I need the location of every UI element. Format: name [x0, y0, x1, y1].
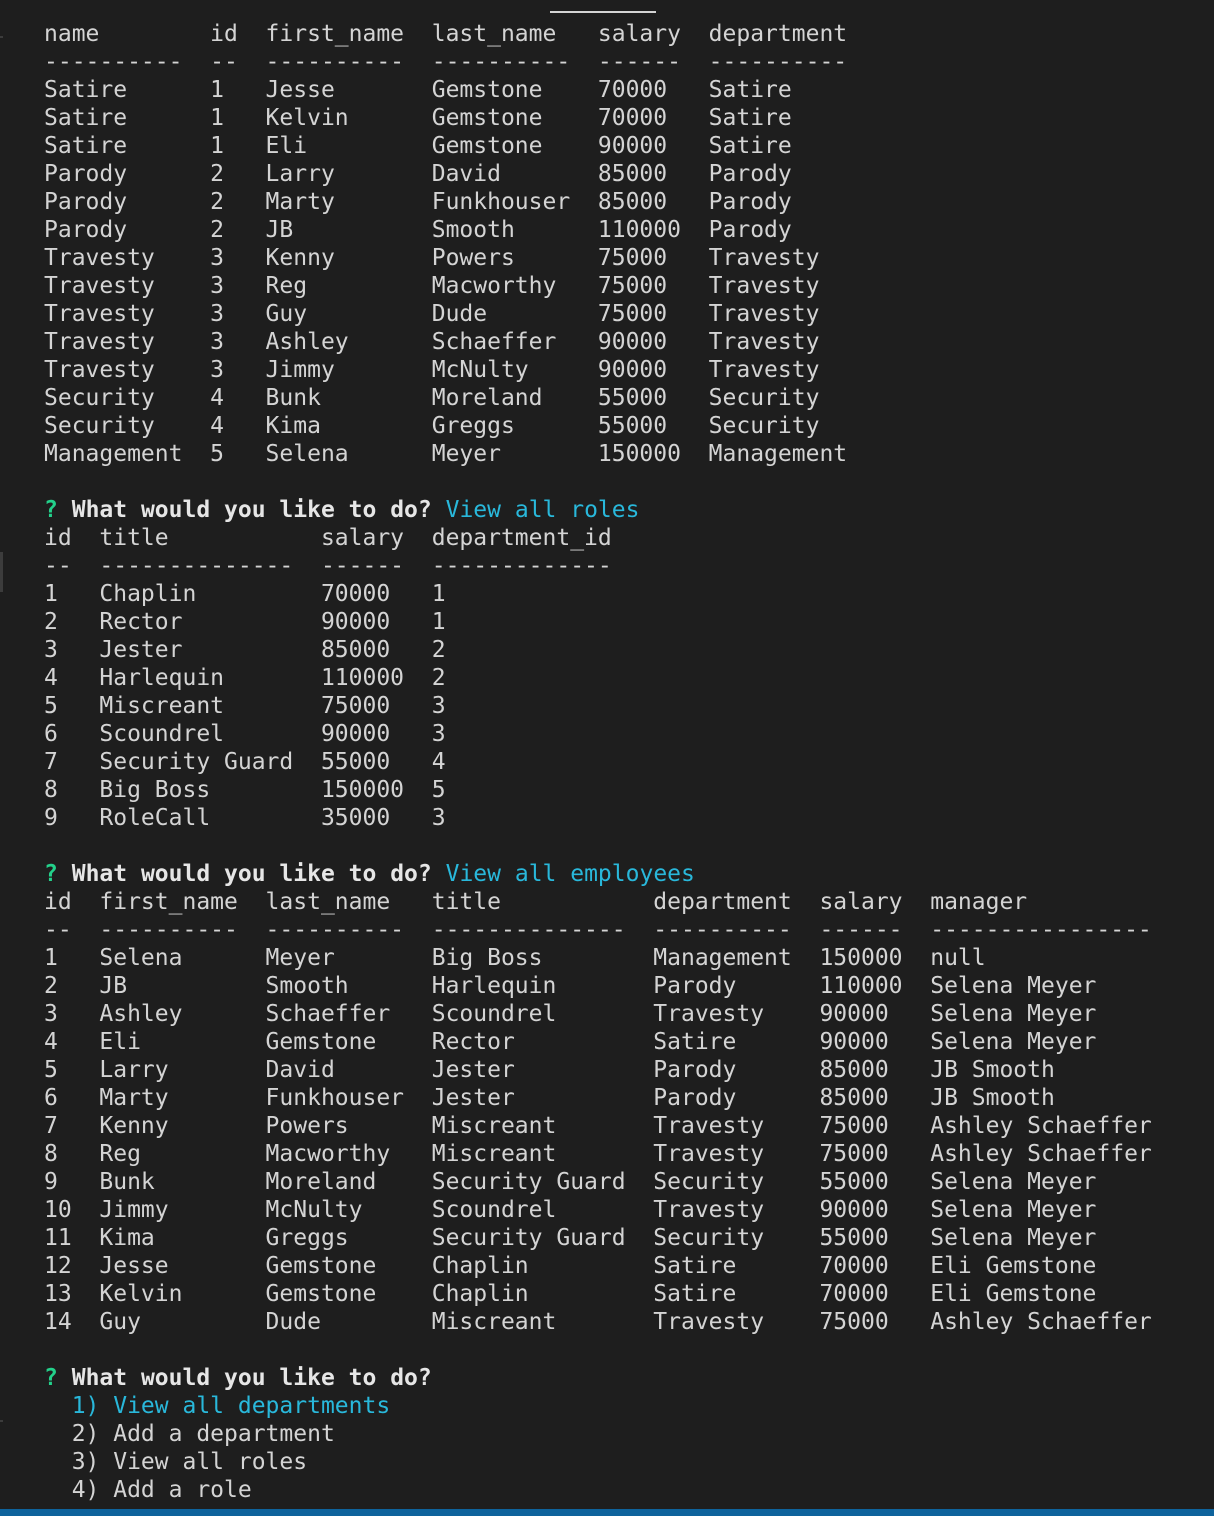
output-line: Security 4 Bunk Moreland 55000 Security [44, 385, 820, 411]
output-line: 3 Jester 85000 2 [44, 637, 446, 663]
prompt-mark: ? [44, 861, 58, 887]
output-line: Satire 1 Kelvin Gemstone 70000 Satire [44, 105, 792, 131]
prompt-question: What would you like to do? [71, 861, 432, 887]
output-line: 1 Chaplin 70000 1 [44, 581, 446, 607]
prompt-answer: View all roles [445, 497, 640, 523]
output-line: 6 Scoundrel 90000 3 [44, 721, 446, 747]
output-line: ---------- -- ---------- ---------- ----… [44, 49, 848, 75]
output-line: id first_name last_name title department… [44, 889, 1028, 915]
output-line: -- ---------- ---------- -------------- … [44, 917, 1152, 943]
output-line: 7 Security Guard 55000 4 [44, 749, 446, 775]
output-line: -- -------------- ------ ------------- [44, 553, 612, 579]
gutter-mark [0, 36, 3, 38]
tab-underline [550, 11, 656, 13]
output-line: 5 Larry David Jester Parody 85000 JB Smo… [44, 1057, 1055, 1083]
output-line: id title salary department_id [44, 525, 612, 551]
output-line: 1 Selena Meyer Big Boss Management 15000… [44, 945, 986, 971]
prompt-answer: View all employees [445, 861, 695, 887]
output-line: Parody 2 Larry David 85000 Parody [44, 161, 792, 187]
output-line: Parody 2 Marty Funkhouser 85000 Parody [44, 189, 792, 215]
output-line: 11 Kima Greggs Security Guard Security 5… [44, 1225, 1097, 1251]
status-bar [0, 1509, 1214, 1516]
gutter-mark [0, 1420, 3, 1422]
prompt-line: ? What would you like to do? View all em… [44, 860, 1152, 888]
output-line: 13 Kelvin Gemstone Chaplin Satire 70000 … [44, 1281, 1097, 1307]
output-line: Travesty 3 Kenny Powers 75000 Travesty [44, 245, 820, 271]
prompt-question: What would you like to do? [71, 1365, 432, 1391]
output-line: Travesty 3 Jimmy McNulty 90000 Travesty [44, 357, 820, 383]
output-line: Satire 1 Eli Gemstone 90000 Satire [44, 133, 792, 159]
output-line: 3 Ashley Schaeffer Scoundrel Travesty 90… [44, 1001, 1097, 1027]
terminal-window[interactable]: name id first_name last_name salary depa… [0, 0, 1214, 1516]
output-line: Travesty 3 Ashley Schaeffer 90000 Traves… [44, 329, 820, 355]
output-line: Parody 2 JB Smooth 110000 Parody [44, 217, 792, 243]
output-line: Travesty 3 Reg Macworthy 75000 Travesty [44, 273, 820, 299]
gutter-mark [0, 552, 3, 592]
output-line: Satire 1 Jesse Gemstone 70000 Satire [44, 77, 792, 103]
output-line: 5 Miscreant 75000 3 [44, 693, 446, 719]
output-line: 9 Bunk Moreland Security Guard Security … [44, 1169, 1097, 1195]
prompt-line: ? What would you like to do? [44, 1364, 1152, 1392]
output-line: 4 Harlequin 110000 2 [44, 665, 446, 691]
prompt-mark: ? [44, 497, 58, 523]
menu-choice-selected[interactable]: 1) View all departments [44, 1392, 1152, 1420]
output-line: 7 Kenny Powers Miscreant Travesty 75000 … [44, 1113, 1152, 1139]
output-line: 10 Jimmy McNulty Scoundrel Travesty 9000… [44, 1197, 1097, 1223]
output-line: Travesty 3 Guy Dude 75000 Travesty [44, 301, 820, 327]
menu-choice[interactable]: 4) Add a role [44, 1476, 1152, 1504]
output-line: 12 Jesse Gemstone Chaplin Satire 70000 E… [44, 1253, 1097, 1279]
output-line: 2 Rector 90000 1 [44, 609, 446, 635]
output-line: 8 Big Boss 150000 5 [44, 777, 446, 803]
output-line: Security 4 Kima Greggs 55000 Security [44, 413, 820, 439]
menu-choice[interactable]: 3) View all roles [44, 1448, 1152, 1476]
prompt-question: What would you like to do? [71, 497, 432, 523]
output-line: Management 5 Selena Meyer 150000 Managem… [44, 441, 848, 467]
output-line: 14 Guy Dude Miscreant Travesty 75000 Ash… [44, 1309, 1152, 1335]
terminal-output: name id first_name last_name salary depa… [44, 20, 1152, 1504]
output-line: 9 RoleCall 35000 3 [44, 805, 446, 831]
output-line: 6 Marty Funkhouser Jester Parody 85000 J… [44, 1085, 1055, 1111]
menu-choice[interactable]: 2) Add a department [44, 1420, 1152, 1448]
output-line: 8 Reg Macworthy Miscreant Travesty 75000… [44, 1141, 1152, 1167]
prompt-mark: ? [44, 1365, 58, 1391]
output-line: name id first_name last_name salary depa… [44, 21, 848, 47]
output-line: 2 JB Smooth Harlequin Parody 110000 Sele… [44, 973, 1097, 999]
prompt-line: ? What would you like to do? View all ro… [44, 496, 1152, 524]
output-line: 4 Eli Gemstone Rector Satire 90000 Selen… [44, 1029, 1097, 1055]
